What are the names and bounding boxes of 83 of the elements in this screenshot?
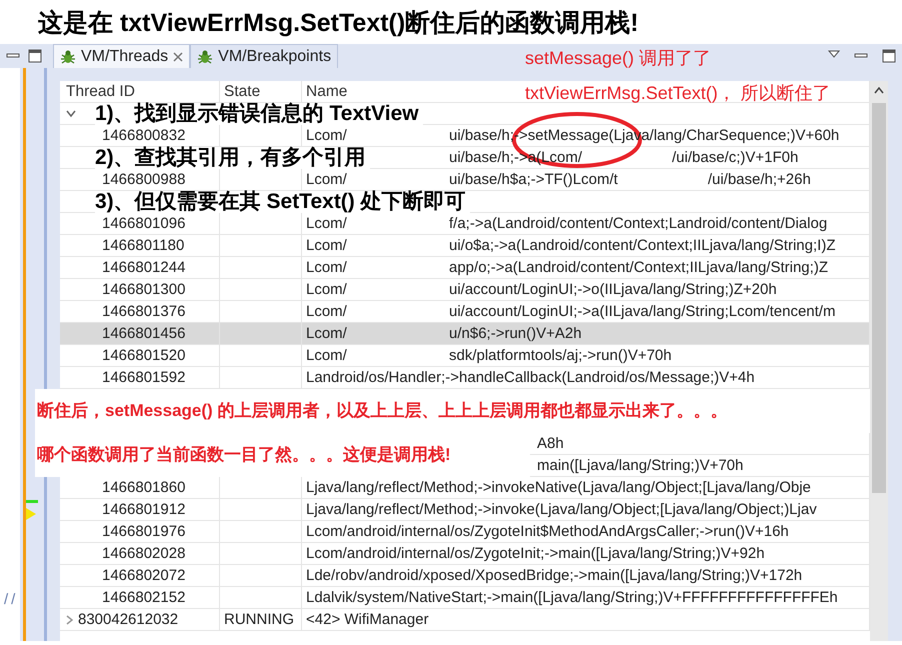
column-header[interactable]: Name xyxy=(306,83,348,100)
table-row[interactable]: 1466802072 Lde/robv/android/xposed/XposedBridge;->main([Ljava/lang/String;)V+172h xyxy=(60,565,870,587)
method-text: sdk/platformtools/aj;->run()V+70h xyxy=(449,346,672,366)
method-text: ui/account/LoginUI;->a(IILjava/lang/String;Lcom/tencent/m xyxy=(449,302,836,322)
column-header[interactable]: State xyxy=(224,83,260,100)
frame-name-text: Lde/robv/android/xposed/XposedBridge;->main([Ljava/lang/String;)V+172h xyxy=(306,566,802,586)
thread-id-text: 1466801592 xyxy=(102,369,186,386)
maximize-icon[interactable] xyxy=(882,49,896,63)
table-row[interactable]: 1466802028 Lcom/android/internal/os/ZygoteInit;->main([Ljava/lang/String;)V+92h xyxy=(60,543,870,565)
frame-name-text: Ljava/lang/reflect/Method;->invokeNative(Ljava/lang/Object;[Ljava/lang/Obje xyxy=(306,478,811,498)
class-name-text: Lcom/ xyxy=(306,214,348,234)
method-text: ui/base/h$a;->TF()Lcom/t xyxy=(449,170,618,190)
frame-name-text: Ldalvik/system/NativeStart;->main([Ljava/lang/String;)V+FFFFFFFFFFFFFFFEh xyxy=(306,588,838,608)
frame-name-text: Lcom/android/internal/os/ZygoteInit$MethodAndArgsCaller;->run()V+16h xyxy=(306,522,789,542)
thread-name-text: <42> WifiManager xyxy=(306,610,429,630)
state-text: RUNNING xyxy=(224,611,294,628)
table-row[interactable]: 1466801976 Lcom/android/internal/os/ZygoteInit$MethodAndArgsCaller;->run()V+16h xyxy=(60,521,870,543)
thread-id-text: 1466801520 xyxy=(102,347,186,364)
table-row[interactable]: 1466801456 Lcom/ u/n$6;->run()V+A2h xyxy=(60,323,870,345)
step-text: 1)、找到显示错误信息的 TextView xyxy=(95,103,423,125)
method-text: /ui/base/c;)V+1F0h xyxy=(672,148,798,168)
thread-id-text: 1466801096 xyxy=(102,215,186,232)
method-text: u/n$6;->run()V+A2h xyxy=(449,324,582,344)
table-row[interactable]: 830042612032 RUNNING <42> WifiManager xyxy=(60,609,870,631)
chevron-right-icon[interactable] xyxy=(66,614,74,624)
thread-id-text: 1466801456 xyxy=(102,325,186,342)
scroll-up-icon[interactable] xyxy=(874,87,884,94)
thread-id-text: 1466802072 xyxy=(102,567,186,584)
view-tab[interactable]: VM/Breakpoints xyxy=(190,44,338,68)
table-row[interactable]: 1466801180 Lcom/ ui/o$a;->a(Landroid/content/Context;IILjava/lang/String;I)Z xyxy=(60,235,870,257)
chevron-down-icon[interactable] xyxy=(66,110,76,118)
table-row[interactable]: 1466801300 Lcom/ ui/account/LoginUI;->o(IILjava/lang/String;)Z+20h xyxy=(60,279,870,301)
thread-id-text: 1466801860 xyxy=(102,479,186,496)
maximize-icon[interactable] xyxy=(28,49,42,63)
step-text: 3)、但仅需要在其 SetText() 处下断即可 xyxy=(95,191,470,213)
method-text: f/a;->a(Landroid/content/Context;Landroid/content/Dialog xyxy=(449,214,828,234)
thread-id-text: 830042612032 xyxy=(78,610,178,630)
editor-text: // xyxy=(4,590,18,610)
bug-icon xyxy=(197,48,214,64)
frame-name-text: Ljava/lang/reflect/Method;->invoke(Ljava/lang/Object;[Ljava/lang/Object;)Ljav xyxy=(306,500,817,520)
thread-id-text: 1466801244 xyxy=(102,259,186,276)
thread-id-text: 1466802028 xyxy=(102,545,186,562)
thread-id-text: 1466800988 xyxy=(102,171,186,188)
table-row[interactable]: 1466801912 Ljava/lang/reflect/Method;->invoke(Ljava/lang/Object;[Ljava/lang/Object;)Ljav xyxy=(60,499,870,521)
method-text: /ui/base/h;+26h xyxy=(708,170,811,190)
thread-id-text: 1466801300 xyxy=(102,281,186,298)
class-name-text: Lcom/ xyxy=(306,170,348,190)
method-text: A8h xyxy=(537,434,564,454)
thread-id-text: 1466801180 xyxy=(102,237,184,254)
column-header[interactable]: Thread ID xyxy=(66,83,135,100)
thread-id-text: 1466801912 xyxy=(102,501,186,518)
annotation-text: setMessage() 调用了了 xyxy=(525,47,712,69)
class-name-text: Lcom/ xyxy=(306,346,348,366)
view-tab[interactable]: VM/Threads xyxy=(53,44,190,68)
thread-id-text: 1466801976 xyxy=(102,523,186,540)
class-name-text: Lcom/ xyxy=(306,236,348,256)
annotation-text: txtViewErrMsg.SetText()， 所以断住了 xyxy=(525,82,831,104)
class-name-text: Lcom/ xyxy=(306,258,348,278)
thread-id-text: 1466802152 xyxy=(102,589,186,606)
bug-icon xyxy=(60,48,76,64)
class-name-text: Lcom/ xyxy=(306,324,348,344)
class-name-text: Lcom/ xyxy=(306,280,348,300)
close-icon[interactable] xyxy=(173,52,184,62)
thread-id-text: 1466801376 xyxy=(102,303,186,320)
marker-triangle-icon xyxy=(26,508,36,520)
method-text: ui/account/LoginUI;->o(IILjava/lang/String;)Z+20h xyxy=(449,280,777,300)
thread-id-text: 1466800832 xyxy=(102,127,186,144)
annotation-text: 哪个函数调用了当前函数一目了然。。。这便是调用栈! xyxy=(35,433,530,477)
class-name-text: Lcom/ xyxy=(306,126,348,146)
step-text: 2)、查找其引用，有多个引用 xyxy=(95,147,370,169)
method-text: main([Ljava/lang/String;)V+70h xyxy=(537,456,744,476)
frame-name-text: Lcom/android/internal/os/ZygoteInit;->main([Ljava/lang/String;)V+92h xyxy=(306,544,765,564)
method-text: ui/o$a;->a(Landroid/content/Context;IILjava/lang/String;I)Z xyxy=(449,236,836,256)
table-row[interactable]: 1466801520 Lcom/ sdk/platformtools/aj;->run()V+70h xyxy=(60,345,870,367)
scrollbar-thumb[interactable] xyxy=(872,103,886,493)
annotation-text: 断住后，setMessage() 的上层调用者，以及上上层、上上上层调用都也都显示出来了。。。 xyxy=(35,389,870,433)
class-name-text: Lcom/ xyxy=(306,302,348,322)
method-text: app/o;->a(Landroid/content/Context;IILjava/lang/String;)Z xyxy=(449,258,828,278)
frame-name-text: Landroid/os/Handler;->handleCallback(Landroid/os/Message;)V+4h xyxy=(306,368,755,388)
page-title: 这是在 txtViewErrMsg.SetText()断住后的函数调用栈! xyxy=(37,8,640,39)
view-menu-icon[interactable] xyxy=(828,49,840,59)
table-row[interactable]: 1466802152 Ldalvik/system/NativeStart;->main([Ljava/lang/String;)V+FFFFFFFFFFFFFFFEh xyxy=(60,587,870,609)
table-row[interactable]: 1466801244 Lcom/ app/o;->a(Landroid/content/Context;IILjava/lang/String;)Z xyxy=(60,257,870,279)
